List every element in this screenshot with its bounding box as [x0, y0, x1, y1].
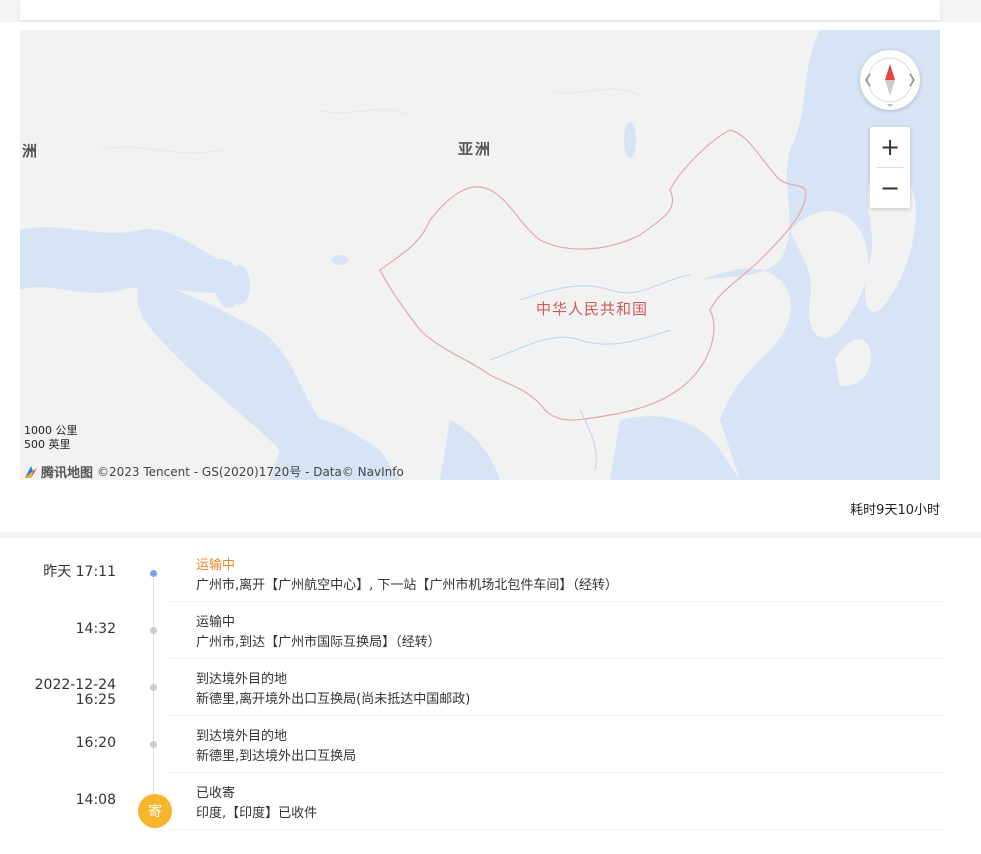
event-status: 到达境外目的地 [196, 729, 288, 744]
event-description: 新德里,离开境外出口互换局(尚未抵达中国邮政) [196, 692, 471, 707]
event-divider [170, 715, 944, 716]
scale-mi: 500 英里 [24, 438, 71, 451]
event-time: 昨天 17:11 [43, 564, 116, 580]
timeline-dot [150, 684, 157, 691]
total-duration: 耗时9天10小时 [850, 503, 940, 518]
event-description: 广州市,到达【广州市国际互换局】（经转） [196, 635, 441, 650]
scale-km: 1000 公里 [24, 424, 78, 437]
event-description: 广州市,离开【广州航空中心】, 下一站【广州市机场北包件车间】（经转） [196, 578, 618, 593]
compass-control[interactable] [860, 50, 920, 110]
copyright-text: ©2023 Tencent - GS(2020)1720号 - Data© Na… [97, 465, 404, 479]
tracking-timeline: 昨天 17:11 运输中 广州市,离开【广州航空中心】, 下一站【广州市机场北包… [0, 538, 981, 854]
event-time: 16:20 [75, 735, 116, 751]
event-divider [170, 658, 944, 659]
region-label-europe: 洲 [22, 142, 40, 160]
event-status: 到达境外目的地 [196, 672, 288, 687]
event-status: 运输中 [196, 615, 236, 630]
zoom-out-button[interactable]: − [870, 168, 910, 208]
event-description: 印度,【印度】已收件 [196, 806, 318, 821]
tencent-map-logo-icon [25, 465, 37, 478]
timeline-dot-active [150, 570, 157, 577]
event-divider [170, 829, 944, 830]
tencent-map-logo: 腾讯地图 [24, 462, 93, 480]
event-status: 运输中 [196, 558, 236, 573]
event-time: 14:08 [75, 792, 116, 808]
region-label-asia: 亚洲 [458, 140, 493, 158]
map-attribution: 腾讯地图 ©2023 Tencent - GS(2020)1720号 - Dat… [24, 462, 404, 480]
map-view[interactable]: 洲 亚洲 中华人民共和国 + − 1000 公里 500 英里 腾讯地图 ©20… [20, 30, 940, 480]
map-background [20, 30, 940, 480]
mailed-badge: 寄 [138, 794, 172, 828]
event-date: 2022-12-24 [34, 677, 116, 693]
event-description: 新德里,到达境外出口互换局 [196, 749, 357, 764]
tencent-map-logo-text: 腾讯地图 [41, 466, 94, 480]
timeline-dot [150, 627, 157, 634]
scale-bar: 1000 公里 500 英里 [24, 424, 78, 452]
event-divider [170, 601, 944, 602]
compass-icon [865, 57, 915, 107]
zoom-in-button[interactable]: + [870, 127, 910, 167]
top-card [20, 0, 940, 20]
event-time: 14:32 [75, 621, 116, 637]
country-label-china: 中华人民共和国 [536, 300, 649, 318]
event-status: 已收寄 [196, 786, 236, 801]
event-divider [170, 772, 944, 773]
event-time: 16:25 [75, 692, 116, 708]
timeline-line [153, 578, 154, 828]
zoom-control: + − [870, 127, 910, 208]
timeline-dot [150, 741, 157, 748]
